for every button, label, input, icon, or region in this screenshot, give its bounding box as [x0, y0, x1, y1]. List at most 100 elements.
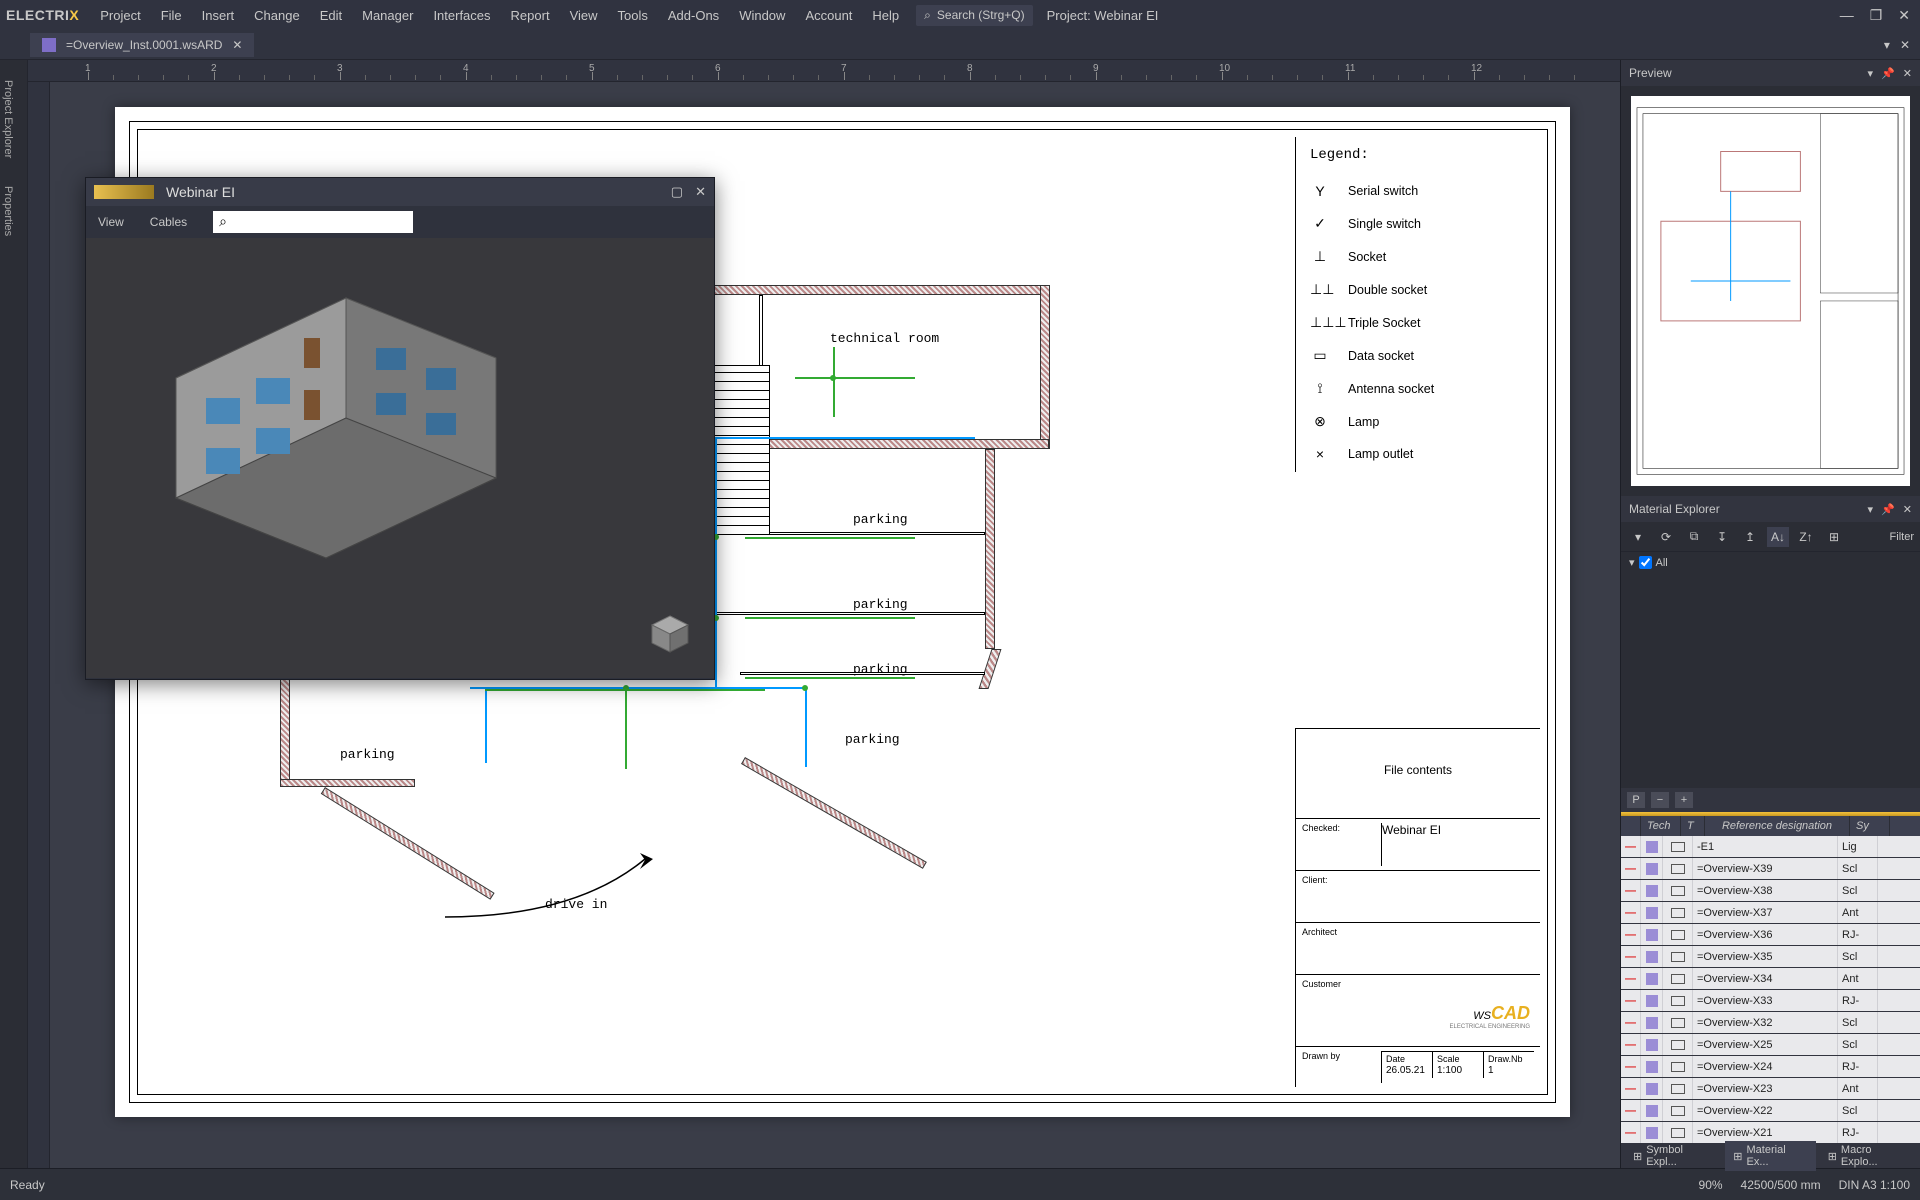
- material-tabbar: P − +: [1621, 788, 1920, 812]
- menu-help[interactable]: Help: [863, 4, 908, 27]
- material-row[interactable]: —=Overview-X32Scl: [1621, 1012, 1920, 1034]
- menu-view[interactable]: View: [561, 4, 607, 27]
- material-row[interactable]: —=Overview-X39Scl: [1621, 858, 1920, 880]
- filter-label[interactable]: Filter: [1890, 531, 1914, 543]
- tab-p-button[interactable]: P: [1627, 792, 1645, 808]
- sort-asc-icon[interactable]: ↧: [1711, 527, 1733, 547]
- sort-za-icon[interactable]: Z↑: [1795, 527, 1817, 547]
- bottom-tab-symbol-expl-[interactable]: ⊞Symbol Expl...: [1625, 1141, 1721, 1171]
- 3d-tab-view[interactable]: View: [98, 215, 124, 229]
- orientation-cube-icon[interactable]: [648, 612, 692, 656]
- document-tab[interactable]: =Overview_Inst.0001.wsARD ✕: [30, 33, 254, 57]
- status-zoom[interactable]: 90%: [1699, 1178, 1723, 1192]
- label-parking-6: parking: [340, 747, 395, 762]
- material-row[interactable]: —=Overview-X24RJ-: [1621, 1056, 1920, 1078]
- menu-change[interactable]: Change: [245, 4, 309, 27]
- menu-project[interactable]: Project: [91, 4, 149, 27]
- material-row[interactable]: —=Overview-X33RJ-: [1621, 990, 1920, 1012]
- menu-edit[interactable]: Edit: [311, 4, 351, 27]
- pin-icon[interactable]: 📌: [1881, 503, 1895, 516]
- 3d-viewer-window[interactable]: Webinar EI ▢ ✕ View Cables: [85, 177, 715, 680]
- material-table[interactable]: Tech T Reference designation Sy —-E1Lig—…: [1621, 816, 1920, 1144]
- tab-close-all-icon[interactable]: ✕: [1900, 38, 1910, 52]
- all-checkbox[interactable]: [1639, 556, 1652, 569]
- menu-window[interactable]: Window: [730, 4, 794, 27]
- grid-icon[interactable]: ⊞: [1823, 527, 1845, 547]
- menu-add-ons[interactable]: Add-Ons: [659, 4, 728, 27]
- chevron-down-icon[interactable]: ▾: [1629, 556, 1635, 569]
- titleblock-client-label: Client:: [1302, 875, 1328, 885]
- right-dock: Preview ▾ 📌 ✕: [1620, 60, 1920, 1168]
- window-restore-icon[interactable]: ❐: [1866, 7, 1887, 24]
- explorer-bottom-tabs: ⊞Symbol Expl...⊞Material Ex...⊞Macro Exp…: [1621, 1144, 1920, 1168]
- copy-icon[interactable]: ⧉: [1683, 527, 1705, 547]
- global-search[interactable]: ⌕ Search (Strg+Q): [916, 5, 1032, 26]
- material-row[interactable]: —=Overview-X22Scl: [1621, 1100, 1920, 1122]
- preview-thumbnail[interactable]: [1631, 96, 1910, 486]
- material-explorer-header[interactable]: Material Explorer ▾ 📌 ✕: [1621, 496, 1920, 522]
- label-parking-4: parking: [845, 732, 900, 747]
- material-row[interactable]: —=Overview-X25Scl: [1621, 1034, 1920, 1056]
- wscad-logo: WSCAD ELECTRICAL ENGINEERING: [1302, 991, 1534, 1032]
- refresh-icon[interactable]: ⟳: [1655, 527, 1677, 547]
- close-icon[interactable]: ✕: [1903, 503, 1912, 516]
- tab-menu-icon[interactable]: ▾: [1884, 38, 1890, 52]
- material-row[interactable]: —=Overview-X38Scl: [1621, 880, 1920, 902]
- title-bar: ELECTRIX ProjectFileInsertChangeEditMana…: [0, 0, 1920, 30]
- rail-project-explorer[interactable]: Project Explorer: [0, 66, 16, 172]
- bottom-tab-material-ex-[interactable]: ⊞Material Ex...: [1725, 1141, 1815, 1171]
- material-row[interactable]: —-E1Lig: [1621, 836, 1920, 858]
- chevron-down-icon[interactable]: ▾: [1868, 67, 1874, 80]
- window-minimize-icon[interactable]: —: [1836, 7, 1858, 24]
- menu-file[interactable]: File: [152, 4, 191, 27]
- menu-account[interactable]: Account: [796, 4, 861, 27]
- 3d-tab-cables[interactable]: Cables: [150, 215, 187, 229]
- chevron-down-icon[interactable]: ▾: [1868, 503, 1874, 516]
- close-icon[interactable]: ✕: [1903, 67, 1912, 80]
- titleblock-file-contents: File contents: [1302, 733, 1534, 777]
- preview-panel-header[interactable]: Preview ▾ 📌 ✕: [1621, 60, 1920, 86]
- 3d-viewport[interactable]: [86, 238, 714, 678]
- search-placeholder: Search (Strg+Q): [937, 8, 1025, 22]
- menu-interfaces[interactable]: Interfaces: [424, 4, 499, 27]
- rail-properties[interactable]: Properties: [0, 172, 16, 250]
- menu-insert[interactable]: Insert: [193, 4, 244, 27]
- 3d-close-icon[interactable]: ✕: [695, 184, 706, 200]
- sort-desc-icon[interactable]: ↥: [1739, 527, 1761, 547]
- mat-dropdown-icon[interactable]: ▾: [1627, 527, 1649, 547]
- bottom-tab-macro-explo-[interactable]: ⊞Macro Explo...: [1820, 1141, 1916, 1171]
- menu-tools[interactable]: Tools: [609, 4, 657, 27]
- status-bar: Ready 90% 42500/500 mm DIN A3 1:100: [0, 1168, 1920, 1200]
- material-filter-row: ▾ All: [1621, 552, 1920, 573]
- pin-icon[interactable]: 📌: [1881, 67, 1895, 80]
- tab-plus-button[interactable]: +: [1675, 792, 1693, 808]
- close-icon[interactable]: ✕: [232, 38, 242, 52]
- material-row[interactable]: —=Overview-X37Ant: [1621, 902, 1920, 924]
- menu-report[interactable]: Report: [502, 4, 559, 27]
- 3d-search-input[interactable]: [213, 211, 413, 233]
- document-tab-label: =Overview_Inst.0001.wsARD: [66, 38, 222, 52]
- material-explorer-title: Material Explorer: [1629, 502, 1720, 516]
- horizontal-ruler: 123456789101112: [28, 60, 1620, 82]
- legend-item: ⟟Antenna socket: [1296, 374, 1540, 407]
- 3d-viewer-titlebar[interactable]: Webinar EI ▢ ✕: [86, 178, 714, 206]
- material-row[interactable]: —=Overview-X34Ant: [1621, 968, 1920, 990]
- 3d-maximize-icon[interactable]: ▢: [671, 184, 683, 200]
- material-row[interactable]: —=Overview-X23Ant: [1621, 1078, 1920, 1100]
- vertical-ruler: [28, 82, 50, 1168]
- tab-minus-button[interactable]: −: [1651, 792, 1669, 808]
- legend-item: ⊗Lamp: [1296, 407, 1540, 440]
- sort-az-icon[interactable]: A↓: [1767, 527, 1789, 547]
- 3d-viewer-title: Webinar EI: [166, 184, 235, 200]
- preview-body: [1621, 86, 1920, 496]
- window-close-icon[interactable]: ✕: [1894, 7, 1914, 24]
- material-row[interactable]: —=Overview-X35Scl: [1621, 946, 1920, 968]
- all-label: All: [1656, 557, 1668, 569]
- menu-manager[interactable]: Manager: [353, 4, 422, 27]
- label-technical-room: technical room: [830, 331, 939, 346]
- material-row[interactable]: —=Overview-X36RJ-: [1621, 924, 1920, 946]
- material-tree[interactable]: [1621, 573, 1920, 788]
- title-block: File contents Checked: Webinar EI Client…: [1295, 728, 1540, 1087]
- status-format: DIN A3 1:100: [1839, 1178, 1910, 1192]
- drawing-canvas[interactable]: Legend: YSerial switch✓Single switch⊥Soc…: [50, 82, 1620, 1168]
